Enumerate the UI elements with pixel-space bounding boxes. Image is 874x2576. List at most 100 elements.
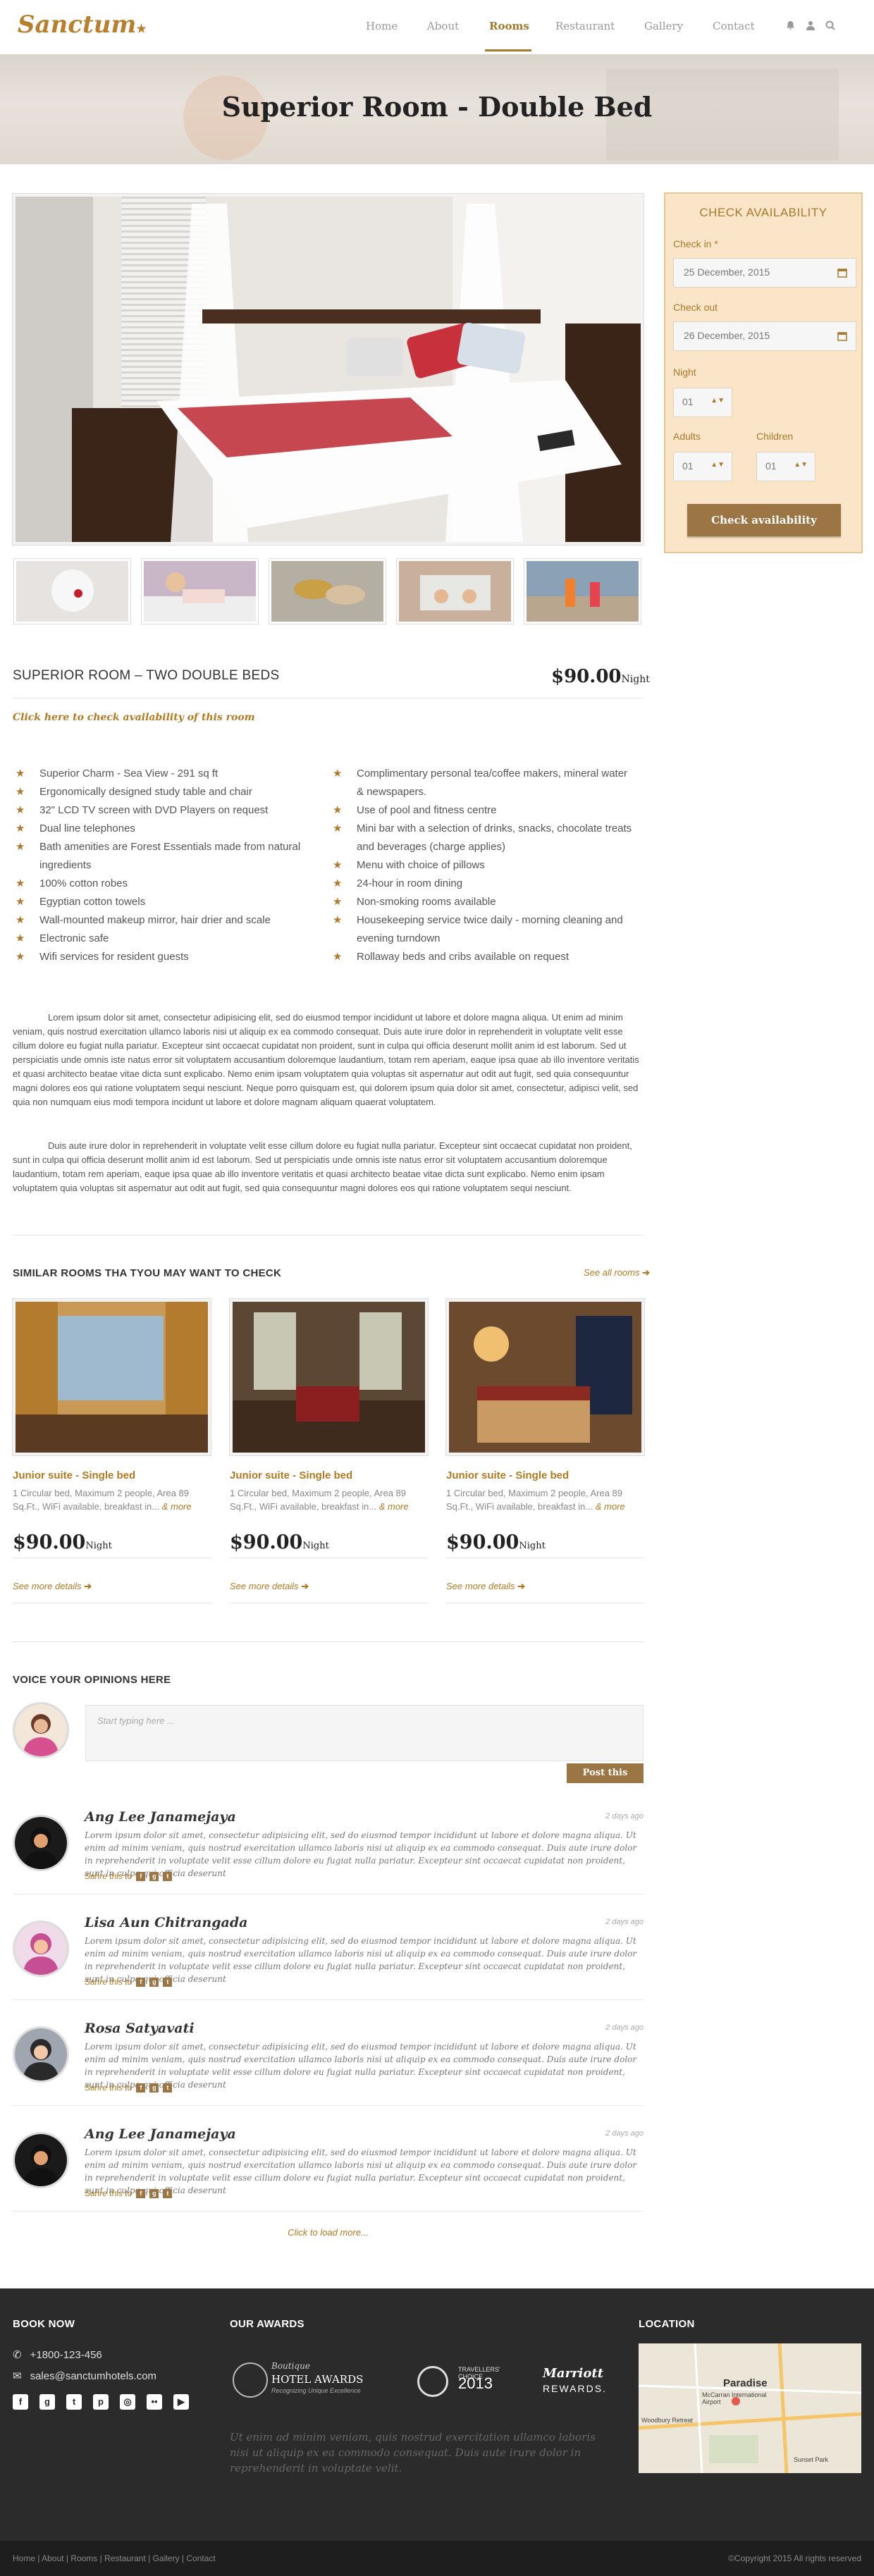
commenter-name[interactable]: Ang Lee Janamejaya (85, 1809, 236, 1825)
see-more-details-link[interactable]: See more details ➔ (13, 1581, 92, 1592)
see-all-rooms-link[interactable]: See all rooms ➔ (584, 1267, 650, 1278)
feature-item: ★ Electronic safe (16, 930, 109, 948)
more-link[interactable]: & more (596, 1501, 625, 1512)
bell-icon[interactable] (784, 20, 796, 31)
nav-about[interactable]: About (427, 20, 459, 32)
google-plus-icon[interactable]: g (149, 1871, 159, 1881)
award-3: Marriott (543, 2366, 604, 2381)
similar-room-title[interactable]: Junior suite - Single bed (446, 1469, 569, 1481)
similar-room-title[interactable]: Junior suite - Single bed (230, 1469, 352, 1481)
logo[interactable]: Sanctum★ (18, 11, 147, 39)
thumbnail-macarons[interactable] (269, 559, 386, 624)
location-map[interactable]: Paradise McCarran International Airport … (639, 2343, 861, 2473)
location-title: LOCATION (639, 2318, 695, 2330)
feature-item: ★ Mini bar with a selection of drinks, sn… (333, 820, 632, 838)
star-icon: ★ (333, 951, 343, 963)
nav-rooms[interactable]: Rooms (489, 20, 529, 32)
similar-room-desc: 1 Circular bed, Maximum 2 people, Area 8… (230, 1488, 409, 1512)
arrow-right-icon: ➔ (642, 1267, 651, 1278)
commenter-name[interactable]: Rosa Satyavati (85, 2021, 195, 2036)
check-availability-link[interactable]: Click here to check availability of this… (13, 712, 255, 723)
feature-item: ★ Bath amenities are Forest Essentials ma… (16, 838, 300, 856)
see-more-details-link[interactable]: See more details ➔ (230, 1581, 309, 1592)
facebook-icon[interactable]: f (136, 1977, 146, 1987)
children-select[interactable]: 01 ▲▼ (756, 452, 815, 481)
pinterest-icon[interactable]: p (93, 2394, 109, 2410)
similar-room-image[interactable] (230, 1299, 428, 1455)
commenter-name[interactable]: Ang Lee Janamejaya (85, 2126, 236, 2142)
google-plus-icon[interactable]: g (149, 2083, 159, 2093)
facebook-icon[interactable]: f (136, 1871, 146, 1881)
twitter-icon[interactable]: t (163, 1977, 173, 1987)
commenter-name[interactable]: Lisa Aun Chitrangada (85, 1915, 247, 1930)
thumbnail-towels[interactable] (14, 559, 130, 624)
room-main-photo[interactable] (13, 194, 644, 545)
similar-room-title[interactable]: Junior suite - Single bed (13, 1469, 135, 1481)
star-icon: ★ (16, 804, 25, 816)
similar-room-card[interactable]: Junior suite - Single bed 1 Circular bed… (446, 1299, 644, 1603)
nav-restaurant[interactable]: Restaurant (555, 20, 615, 32)
footer-links[interactable]: Home | About | Rooms | Restaurant | Gall… (13, 2553, 216, 2563)
instagram-icon[interactable]: ◎ (120, 2394, 135, 2410)
star-icon: ★ (333, 877, 343, 889)
twitter-icon[interactable]: t (163, 1871, 173, 1881)
map-label: Paradise (723, 2377, 768, 2389)
thumbnail-laptop[interactable] (397, 559, 513, 624)
user-icon[interactable] (805, 20, 816, 31)
feature-item: ★ Dual line telephones (16, 820, 135, 838)
checkout-field[interactable]: 26 December, 2015 (673, 321, 856, 351)
nav-gallery[interactable]: Gallery (644, 20, 683, 32)
commenter-avatar (13, 2026, 69, 2083)
comment-date: 2 days ago (605, 2129, 644, 2138)
night-select[interactable]: 01 ▲▼ (673, 388, 732, 417)
calendar-icon (837, 269, 847, 278)
youtube-icon[interactable]: ▶ (173, 2394, 189, 2410)
checkin-field[interactable]: 25 December, 2015 (673, 258, 856, 288)
feature-item: ★ 24-hour in room dining (333, 875, 462, 893)
phone-line[interactable]: ✆ +1800-123-456 (13, 2348, 102, 2361)
stepper-icon: ▲▼ (794, 461, 808, 469)
star-icon: ★ (16, 786, 25, 798)
twitter-icon[interactable]: t (66, 2394, 82, 2410)
facebook-icon[interactable]: f (136, 2083, 146, 2093)
google-plus-icon[interactable]: g (149, 2188, 159, 2198)
star-icon: ★ (16, 841, 25, 853)
twitter-icon[interactable]: t (163, 2188, 173, 2198)
adults-select[interactable]: 01 ▲▼ (673, 452, 732, 481)
comment-input[interactable]: Start typing here ... (85, 1705, 644, 1761)
email-line[interactable]: ✉ sales@sanctumhotels.com (13, 2369, 156, 2382)
post-comment-button[interactable]: Post this (567, 1763, 644, 1783)
check-availability-button[interactable]: Check availability (687, 504, 841, 536)
feature-item: ★ Egyptian cotton towels (16, 893, 145, 911)
see-more-details-link[interactable]: See more details ➔ (446, 1581, 525, 1592)
comment-date: 2 days ago (605, 2023, 644, 2032)
facebook-icon[interactable]: f (136, 2188, 146, 2198)
nav-home[interactable]: Home (366, 20, 398, 32)
check-availability-panel: CHECK AVAILABILITY Check in * 25 Decembe… (664, 192, 863, 553)
similar-room-image[interactable] (13, 1299, 211, 1455)
share-row: Sahre this to f g t (85, 1871, 173, 1881)
room-price: $90.00Night (551, 666, 650, 687)
feature-item: ★ Superior Charm - Sea View - 291 sq ft (16, 765, 218, 783)
nav-contact[interactable]: Contact (713, 20, 755, 32)
search-icon[interactable] (825, 20, 836, 31)
award-1-sub: Recognizing Unique Excellence (271, 2387, 361, 2394)
google-plus-icon[interactable]: g (39, 2394, 55, 2410)
facebook-icon[interactable]: f (13, 2394, 28, 2410)
similar-room-price: $90.00Night (446, 1532, 546, 1553)
similar-room-card[interactable]: Junior suite - Single bed 1 Circular bed… (230, 1299, 428, 1603)
map-label: McCarran International Airport (702, 2391, 767, 2405)
more-link[interactable]: & more (162, 1501, 192, 1512)
thumbnail-drinks[interactable] (524, 559, 641, 624)
similar-room-card[interactable]: Junior suite - Single bed 1 Circular bed… (13, 1299, 211, 1603)
more-link[interactable]: & more (379, 1501, 409, 1512)
google-plus-icon[interactable]: g (149, 1977, 159, 1987)
star-icon: ★ (16, 914, 25, 926)
award-seal-icon (233, 2362, 268, 2398)
flickr-icon[interactable]: •• (147, 2394, 162, 2410)
thumbnail-woman-reading[interactable] (142, 559, 258, 624)
twitter-icon[interactable]: t (163, 2083, 173, 2093)
load-more-link[interactable]: Click to load more... (0, 2227, 656, 2238)
similar-room-image[interactable] (446, 1299, 644, 1455)
star-icon: ★ (16, 951, 25, 963)
